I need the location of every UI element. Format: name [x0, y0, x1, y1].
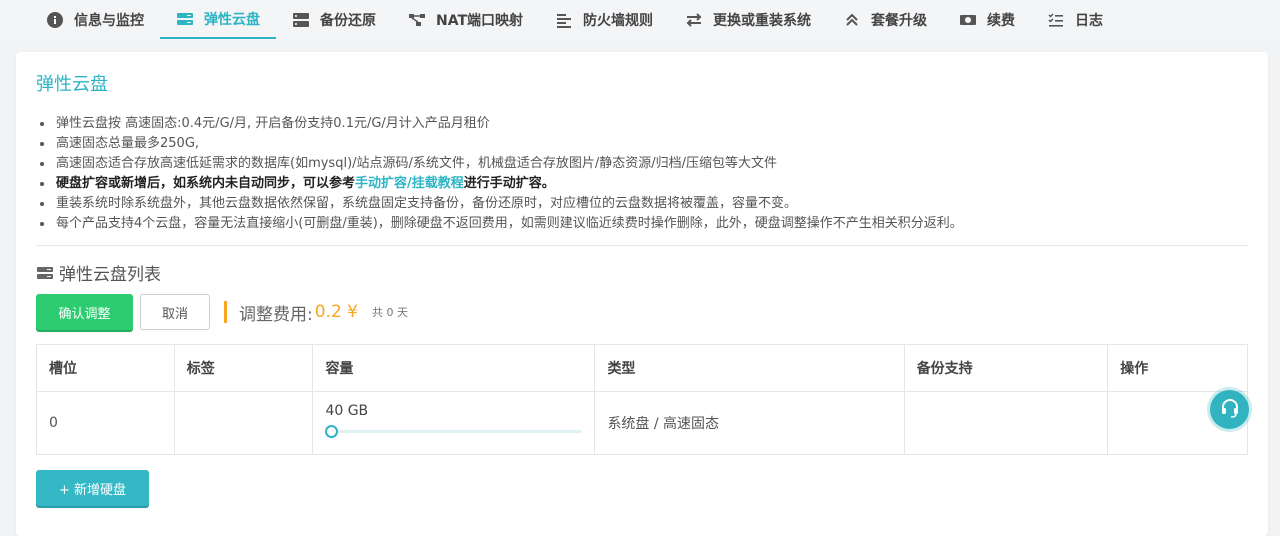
page-title: 弹性云盘: [36, 74, 108, 95]
list-icon: [555, 11, 573, 29]
tab-upgrade[interactable]: 套餐升级: [827, 2, 943, 39]
disk-icon: [176, 10, 194, 28]
backup-cell: [903, 391, 1109, 455]
slot-cell: 0: [36, 391, 175, 455]
column-header: 类型: [594, 344, 905, 392]
column-header: 操作: [1107, 344, 1248, 392]
fee-label: 调整费用:: [239, 304, 313, 325]
capacity-slider[interactable]: [325, 425, 583, 438]
tab-label: 备份还原: [320, 13, 376, 29]
headset-icon: [1219, 397, 1241, 423]
note-item: 高速固态总量最多250G,: [36, 134, 1236, 154]
column-header: 容量: [312, 344, 596, 392]
tab-label: 日志: [1075, 13, 1104, 29]
label-cell: [173, 391, 314, 455]
info-icon: [46, 11, 64, 29]
capacity-cell: 40 GB: [312, 391, 596, 455]
action-bar: 确认调整 取消 调整费用: 0.2 ¥ 共 0 天: [36, 294, 408, 330]
tab-firewall[interactable]: 防火墙规则: [539, 2, 669, 39]
fee-value: 0.2 ¥: [314, 302, 358, 322]
tab-info-monitor[interactable]: 信息与监控: [30, 2, 160, 39]
money-icon: [959, 11, 977, 29]
tab-backup-restore[interactable]: 备份还原: [276, 2, 392, 39]
note-item: 弹性云盘按 高速固态:0.4元/G/月, 开启备份支持0.1元/G/月计入产品月…: [36, 114, 1236, 134]
section-title: 弹性云盘列表: [36, 260, 161, 285]
checklist-icon: [1047, 11, 1065, 29]
fee-days: 共 0 天: [372, 306, 408, 319]
tab-label: 续费: [987, 13, 1016, 29]
note-item: 每个产品支持4个云盘，容量无法直接缩小(可删盘/重装)，删除硬盘不返回费用，如需…: [36, 214, 1236, 234]
tab-elastic-disk[interactable]: 弹性云盘: [160, 2, 276, 39]
slider-track[interactable]: [331, 430, 583, 433]
column-header: 备份支持: [903, 344, 1109, 392]
tab-label: 套餐升级: [871, 13, 928, 29]
cancel-button[interactable]: 取消: [140, 294, 210, 330]
tab-renew[interactable]: 续费: [943, 2, 1031, 39]
note-suffix: 进行手动扩容。: [463, 176, 555, 191]
add-disk-button[interactable]: + 新增硬盘: [36, 470, 149, 506]
tab-label: 防火墙规则: [583, 13, 654, 29]
notes-list: 弹性云盘按 高速固态:0.4元/G/月, 开启备份支持0.1元/G/月计入产品月…: [36, 114, 1236, 234]
capacity-value: 40 GB: [325, 403, 369, 419]
swap-icon: [685, 11, 703, 29]
network-icon: [408, 11, 426, 29]
tab-nat-port[interactable]: NAT端口映射: [392, 2, 539, 39]
note-prefix: 硬盘扩容或新增后，如系统内未自动同步，可以参考: [56, 176, 356, 191]
content-card: 弹性云盘 弹性云盘按 高速固态:0.4元/G/月, 开启备份支持0.1元/G/月…: [16, 52, 1268, 536]
note-item-bold: 硬盘扩容或新增后，如系统内未自动同步，可以参考手动扩容/挂载教程进行手动扩容。: [36, 174, 1236, 194]
tab-label: 弹性云盘: [204, 12, 260, 28]
tab-label: NAT端口映射: [436, 13, 524, 29]
server-icon: [292, 11, 310, 29]
divider: [36, 245, 1248, 246]
table-header-row: 槽位 标签 容量 类型 备份支持 操作: [36, 344, 1248, 392]
column-header: 槽位: [36, 344, 175, 392]
tab-label: 更换或重装系统: [713, 13, 812, 29]
type-cell: 系统盘 / 高速固态: [594, 391, 905, 455]
section-title-text: 弹性云盘列表: [59, 265, 161, 285]
slider-handle[interactable]: [325, 425, 339, 438]
chevron-up-icon: [843, 11, 861, 29]
tutorial-link[interactable]: 手动扩容/挂载教程: [355, 176, 464, 191]
note-item: 重装系统时除系统盘外，其他云盘数据依然保留，系统盘固定支持备份，备份还原时，对应…: [36, 194, 1236, 214]
disk-table: 槽位 标签 容量 类型 备份支持 操作 0 40 GB 系统盘 / 高速固态: [36, 344, 1248, 455]
tab-label: 信息与监控: [74, 13, 144, 29]
tab-log[interactable]: 日志: [1031, 2, 1119, 39]
disk-icon: [36, 265, 54, 281]
confirm-adjust-button[interactable]: 确认调整: [36, 294, 133, 330]
tab-bar: 信息与监控 弹性云盘 备份还原 NAT端口映射 防火墙规则 更换或重装系统 套餐…: [0, 0, 1280, 40]
note-item: 高速固态适合存放高速低延需求的数据库(如mysql)/站点源码/系统文件，机械盘…: [36, 154, 1236, 174]
column-header: 标签: [173, 344, 314, 392]
fee-accent-bar: [224, 301, 227, 323]
tab-reinstall[interactable]: 更换或重装系统: [669, 2, 827, 39]
support-button[interactable]: [1210, 390, 1249, 429]
table-row: 0 40 GB 系统盘 / 高速固态: [36, 391, 1248, 455]
